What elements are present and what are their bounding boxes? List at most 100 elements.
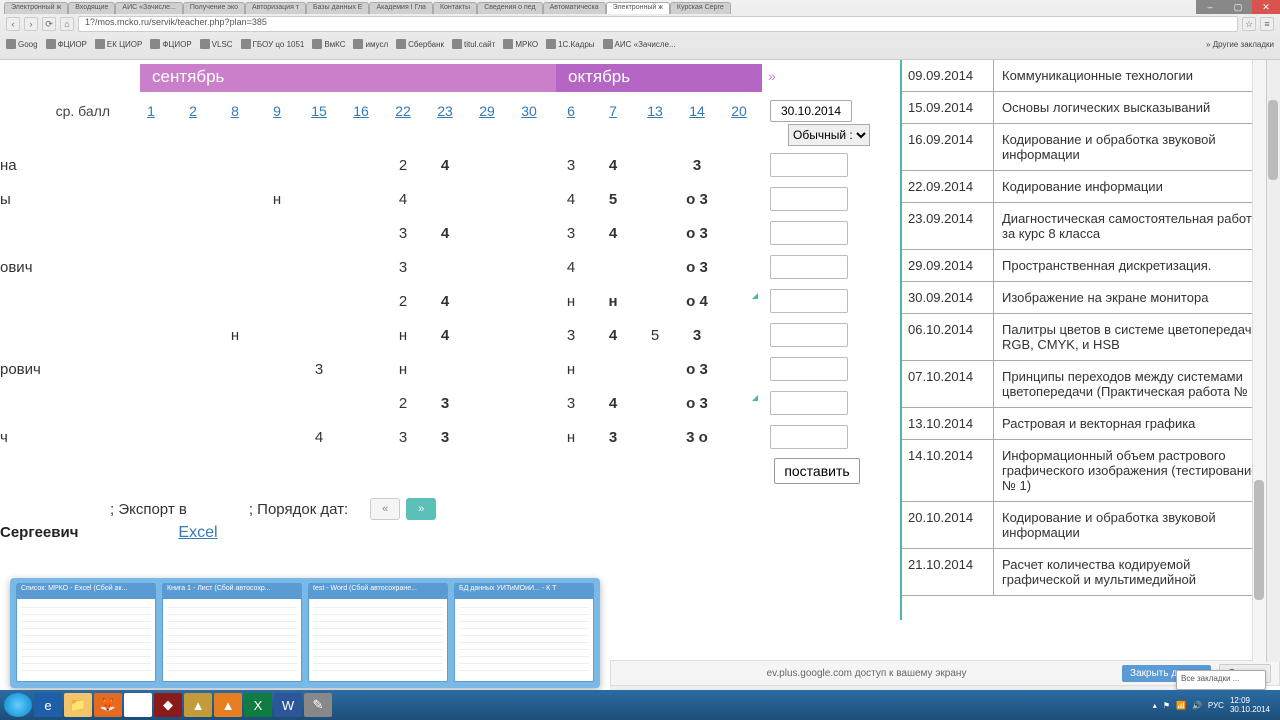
excel-icon[interactable]: X (244, 693, 272, 717)
grade-cell[interactable]: 3 (424, 395, 466, 412)
bookmark[interactable]: МРКО (503, 39, 538, 49)
month-next-icon[interactable]: » (768, 68, 776, 84)
grade-input[interactable] (770, 289, 848, 313)
url-input[interactable]: 1?/mos.mcko.ru/servik/teacher.php?plan=3… (78, 16, 1238, 32)
grade-cell[interactable]: н (550, 429, 592, 446)
browser-tab[interactable]: Базы данных Е (306, 2, 369, 14)
grade-cell[interactable]: 3 (676, 327, 718, 344)
win-close[interactable]: ✕ (1252, 0, 1280, 14)
browser-tab[interactable]: Входящие (68, 2, 115, 14)
grade-cell[interactable]: 4 (382, 191, 424, 208)
grade-cell[interactable]: о 3 (676, 395, 718, 412)
lesson-row[interactable]: 07.10.2014Принципы переходов между систе… (902, 361, 1280, 408)
grade-cell[interactable]: н (550, 293, 592, 310)
menu-icon[interactable]: ≡ (1260, 17, 1274, 31)
window-preview[interactable]: Список: МРКО - Excel (Сбой ак... (16, 584, 156, 682)
grade-cell[interactable]: о 3 (676, 191, 718, 208)
grade-cell[interactable]: 2 (382, 157, 424, 174)
app-icon-1[interactable]: ◆ (154, 693, 182, 717)
date-header[interactable]: 22 (382, 103, 424, 119)
grade-cell[interactable]: о 4 (676, 293, 718, 310)
tray-flag-icon[interactable]: ⚑ (1163, 701, 1170, 710)
date-header[interactable]: 14 (676, 103, 718, 119)
bookmark[interactable]: ФЦИОР (150, 39, 191, 49)
window-preview[interactable]: test - Word (Сбой автосохране... (308, 584, 448, 682)
grade-input[interactable] (770, 425, 848, 449)
grade-input[interactable] (770, 255, 848, 279)
bookmark[interactable]: имусл (353, 39, 388, 49)
grade-cell[interactable]: о 3 (676, 259, 718, 276)
app-icon-3[interactable]: ✎ (304, 693, 332, 717)
other-bookmarks[interactable]: » Другие закладки (1206, 40, 1274, 49)
bookmark[interactable]: ВмКС (312, 39, 345, 49)
window-preview[interactable]: БД данных УИТиМОиИ... - К Т (454, 584, 594, 682)
grade-cell[interactable]: 3 (550, 225, 592, 242)
date-header[interactable]: 6 (550, 103, 592, 119)
star-icon[interactable]: ☆ (1242, 17, 1256, 31)
grade-cell[interactable]: 4 (550, 259, 592, 276)
grade-cell[interactable]: 2 (382, 395, 424, 412)
win-max[interactable]: ▢ (1224, 0, 1252, 14)
date-header[interactable]: 13 (634, 103, 676, 119)
reload-icon[interactable]: ⟳ (42, 17, 56, 31)
grade-cell[interactable]: 4 (424, 327, 466, 344)
page-vscroll[interactable] (1266, 60, 1280, 662)
bookmark[interactable]: 1С.Кадры (546, 39, 594, 49)
grade-cell[interactable]: 3 о (676, 429, 718, 446)
grade-cell[interactable]: н (550, 361, 592, 378)
lesson-row[interactable]: 15.09.2014Основы логических высказываний (902, 92, 1280, 124)
grade-cell[interactable]: 3 (592, 429, 634, 446)
grade-cell[interactable]: 4 (424, 293, 466, 310)
chrome-icon[interactable]: ◐ (124, 693, 152, 717)
pager-prev[interactable]: « (370, 498, 400, 520)
browser-tab[interactable]: Получение эко (183, 2, 245, 14)
bookmark[interactable]: Сбербанк (396, 39, 444, 49)
date-header[interactable]: 16 (340, 103, 382, 119)
vlc-icon[interactable]: ▲ (214, 693, 242, 717)
browser-tab[interactable]: АИС «Зачисле... (115, 2, 182, 14)
grade-cell[interactable]: 3 (382, 259, 424, 276)
grade-cell[interactable]: 3 (676, 157, 718, 174)
date-header[interactable]: 2 (172, 103, 214, 119)
lessons-vscroll[interactable] (1252, 60, 1266, 662)
lesson-row[interactable]: 13.10.2014Растровая и векторная графика (902, 408, 1280, 440)
export-excel-link[interactable]: Excel (178, 524, 217, 542)
date-header[interactable]: 20 (718, 103, 760, 119)
grade-cell[interactable]: 3 (382, 225, 424, 242)
explorer-icon[interactable]: 📁 (64, 693, 92, 717)
date-header[interactable]: 1 (130, 103, 172, 119)
lesson-row[interactable]: 21.10.2014Расчет количества кодируемой г… (902, 549, 1280, 596)
post-button[interactable]: поставить (774, 458, 860, 484)
grade-input[interactable] (770, 391, 848, 415)
bookmark[interactable]: titul.cайт (452, 39, 495, 49)
grade-cell[interactable]: н (592, 293, 634, 310)
grade-input[interactable] (770, 221, 848, 245)
grade-input[interactable] (770, 357, 848, 381)
pager-next[interactable]: » (406, 498, 436, 520)
grade-input[interactable] (770, 323, 848, 347)
bookmark[interactable]: ЕК ЦИОР (95, 39, 142, 49)
browser-tab[interactable]: Электронный ж (606, 2, 670, 14)
tray-lang[interactable]: РУС (1208, 701, 1224, 710)
lesson-row[interactable]: 09.09.2014Коммуникационные технологии (902, 60, 1280, 92)
browser-tab[interactable]: Электронный ж (4, 2, 68, 14)
lesson-row[interactable]: 06.10.2014Палитры цветов в системе цвето… (902, 314, 1280, 361)
lesson-row[interactable]: 14.10.2014Информационный объем растровог… (902, 440, 1280, 502)
date-header[interactable]: 30 (508, 103, 550, 119)
grade-cell[interactable]: 5 (592, 191, 634, 208)
grade-cell[interactable]: 4 (592, 157, 634, 174)
grade-cell[interactable]: 4 (592, 225, 634, 242)
date-header[interactable]: 8 (214, 103, 256, 119)
grade-cell[interactable]: 2 (382, 293, 424, 310)
ie-icon[interactable]: e (34, 693, 62, 717)
browser-tab[interactable]: Контакты (433, 2, 477, 14)
grade-cell[interactable]: 3 (550, 157, 592, 174)
grade-cell[interactable]: о 3 (676, 361, 718, 378)
mode-select[interactable]: Обычный : (788, 124, 870, 146)
current-date-input[interactable] (770, 100, 852, 122)
lesson-row[interactable]: 16.09.2014Кодирование и обработка звуков… (902, 124, 1280, 171)
grade-cell[interactable]: 4 (424, 157, 466, 174)
window-preview[interactable]: Книга 1 - Лист (Сбой автосохр... (162, 584, 302, 682)
lesson-row[interactable]: 29.09.2014Пространственная дискретизация… (902, 250, 1280, 282)
grade-input[interactable] (770, 153, 848, 177)
